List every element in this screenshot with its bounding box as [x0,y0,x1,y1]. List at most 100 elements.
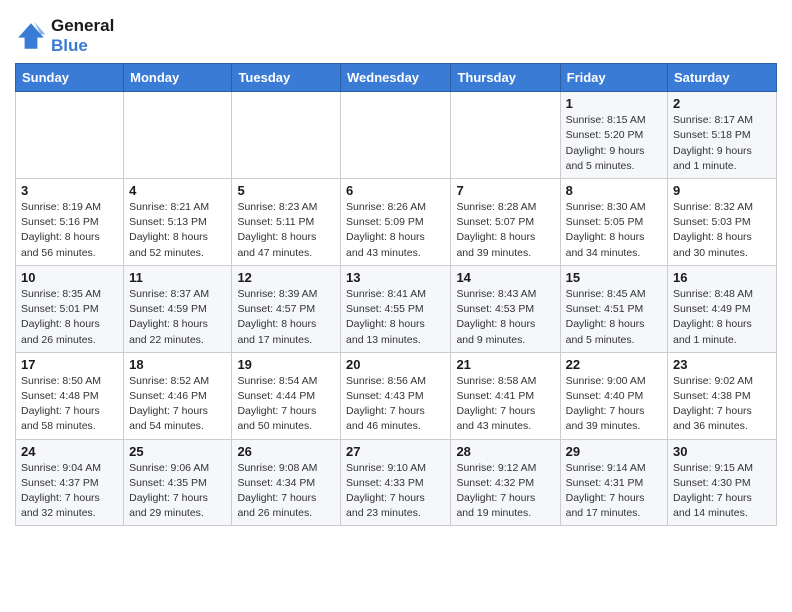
day-info: Sunrise: 8:43 AM Sunset: 4:53 PM Dayligh… [456,287,554,348]
day-number: 6 [346,183,445,198]
week-row-4: 17 Sunrise: 8:50 AM Sunset: 4:48 PM Dayli… [16,352,777,439]
day-number: 21 [456,357,554,372]
day-number: 22 [566,357,662,372]
day-info: Sunrise: 8:58 AM Sunset: 4:41 PM Dayligh… [456,374,554,435]
header: General Blue [15,10,777,55]
day-number: 24 [21,444,118,459]
day-cell: 1 Sunrise: 8:15 AM Sunset: 5:20 PM Daylig… [560,92,667,179]
day-number: 13 [346,270,445,285]
day-number: 1 [566,96,662,111]
day-number: 20 [346,357,445,372]
day-info: Sunrise: 8:39 AM Sunset: 4:57 PM Dayligh… [237,287,335,348]
day-cell: 4Sunrise: 8:21 AM Sunset: 5:13 PM Daylig… [124,178,232,265]
day-cell: 20 Sunrise: 8:56 AM Sunset: 4:43 PM Dayli… [341,352,451,439]
day-number: 28 [456,444,554,459]
day-cell: 9 Sunrise: 8:32 AM Sunset: 5:03 PM Daylig… [668,178,777,265]
logo-text: General Blue [51,16,114,55]
day-number: 5 [237,183,335,198]
day-cell: 24Sunrise: 9:04 AM Sunset: 4:37 PM Dayli… [16,439,124,526]
logo-icon [15,20,47,52]
day-number: 12 [237,270,335,285]
day-info: Sunrise: 8:37 AM Sunset: 4:59 PM Dayligh… [129,287,226,348]
day-info: Sunrise: 8:21 AM Sunset: 5:13 PM Dayligh… [129,200,226,261]
day-cell: 27 Sunrise: 9:10 AM Sunset: 4:33 PM Dayli… [341,439,451,526]
day-cell [451,92,560,179]
day-number: 26 [237,444,335,459]
day-number: 29 [566,444,662,459]
day-cell: 22 Sunrise: 9:00 AM Sunset: 4:40 PM Dayli… [560,352,667,439]
header-row: SundayMondayTuesdayWednesdayThursdayFrid… [16,64,777,92]
day-info: Sunrise: 9:14 AM Sunset: 4:31 PM Dayligh… [566,461,662,522]
day-info: Sunrise: 8:17 AM Sunset: 5:18 PM Dayligh… [673,113,771,174]
day-info: Sunrise: 9:06 AM Sunset: 4:35 PM Dayligh… [129,461,226,522]
day-number: 27 [346,444,445,459]
day-cell: 18Sunrise: 8:52 AM Sunset: 4:46 PM Dayli… [124,352,232,439]
page: General Blue SundayMondayTuesdayWednesda… [0,0,792,536]
day-info: Sunrise: 9:15 AM Sunset: 4:30 PM Dayligh… [673,461,771,522]
day-number: 15 [566,270,662,285]
col-header-wednesday: Wednesday [341,64,451,92]
day-cell: 21 Sunrise: 8:58 AM Sunset: 4:41 PM Dayli… [451,352,560,439]
day-info: Sunrise: 8:30 AM Sunset: 5:05 PM Dayligh… [566,200,662,261]
day-info: Sunrise: 8:56 AM Sunset: 4:43 PM Dayligh… [346,374,445,435]
day-info: Sunrise: 8:41 AM Sunset: 4:55 PM Dayligh… [346,287,445,348]
day-number: 17 [21,357,118,372]
day-cell [232,92,341,179]
col-header-thursday: Thursday [451,64,560,92]
week-row-1: 1 Sunrise: 8:15 AM Sunset: 5:20 PM Daylig… [16,92,777,179]
day-info: Sunrise: 8:32 AM Sunset: 5:03 PM Dayligh… [673,200,771,261]
day-number: 23 [673,357,771,372]
day-cell [341,92,451,179]
day-number: 16 [673,270,771,285]
day-cell: 5 Sunrise: 8:23 AM Sunset: 5:11 PM Daylig… [232,178,341,265]
day-info: Sunrise: 8:19 AM Sunset: 5:16 PM Dayligh… [21,200,118,261]
day-cell: 30 Sunrise: 9:15 AM Sunset: 4:30 PM Dayli… [668,439,777,526]
day-info: Sunrise: 8:50 AM Sunset: 4:48 PM Dayligh… [21,374,118,435]
day-number: 10 [21,270,118,285]
day-info: Sunrise: 8:15 AM Sunset: 5:20 PM Dayligh… [566,113,662,174]
day-info: Sunrise: 8:35 AM Sunset: 5:01 PM Dayligh… [21,287,118,348]
col-header-tuesday: Tuesday [232,64,341,92]
day-info: Sunrise: 9:02 AM Sunset: 4:38 PM Dayligh… [673,374,771,435]
day-number: 25 [129,444,226,459]
day-cell: 19Sunrise: 8:54 AM Sunset: 4:44 PM Dayli… [232,352,341,439]
day-cell: 14 Sunrise: 8:43 AM Sunset: 4:53 PM Dayli… [451,265,560,352]
col-header-sunday: Sunday [16,64,124,92]
day-cell: 13 Sunrise: 8:41 AM Sunset: 4:55 PM Dayli… [341,265,451,352]
col-header-friday: Friday [560,64,667,92]
day-cell: 2 Sunrise: 8:17 AM Sunset: 5:18 PM Daylig… [668,92,777,179]
logo: General Blue [15,16,114,55]
day-cell: 6 Sunrise: 8:26 AM Sunset: 5:09 PM Daylig… [341,178,451,265]
col-header-saturday: Saturday [668,64,777,92]
day-number: 30 [673,444,771,459]
day-cell: 11Sunrise: 8:37 AM Sunset: 4:59 PM Dayli… [124,265,232,352]
day-info: Sunrise: 8:26 AM Sunset: 5:09 PM Dayligh… [346,200,445,261]
day-number: 19 [237,357,335,372]
col-header-monday: Monday [124,64,232,92]
day-info: Sunrise: 8:48 AM Sunset: 4:49 PM Dayligh… [673,287,771,348]
day-info: Sunrise: 9:12 AM Sunset: 4:32 PM Dayligh… [456,461,554,522]
day-cell: 29 Sunrise: 9:14 AM Sunset: 4:31 PM Dayli… [560,439,667,526]
day-number: 9 [673,183,771,198]
day-cell [16,92,124,179]
day-info: Sunrise: 9:00 AM Sunset: 4:40 PM Dayligh… [566,374,662,435]
week-row-2: 3 Sunrise: 8:19 AM Sunset: 5:16 PM Daylig… [16,178,777,265]
day-number: 18 [129,357,226,372]
day-cell: 28 Sunrise: 9:12 AM Sunset: 4:32 PM Dayli… [451,439,560,526]
day-cell: 15Sunrise: 8:45 AM Sunset: 4:51 PM Dayli… [560,265,667,352]
day-cell: 16 Sunrise: 8:48 AM Sunset: 4:49 PM Dayli… [668,265,777,352]
day-number: 7 [456,183,554,198]
day-info: Sunrise: 8:28 AM Sunset: 5:07 PM Dayligh… [456,200,554,261]
week-row-5: 24Sunrise: 9:04 AM Sunset: 4:37 PM Dayli… [16,439,777,526]
day-number: 3 [21,183,118,198]
day-cell: 12 Sunrise: 8:39 AM Sunset: 4:57 PM Dayli… [232,265,341,352]
calendar-table: SundayMondayTuesdayWednesdayThursdayFrid… [15,63,777,526]
day-number: 2 [673,96,771,111]
day-info: Sunrise: 8:23 AM Sunset: 5:11 PM Dayligh… [237,200,335,261]
day-info: Sunrise: 9:08 AM Sunset: 4:34 PM Dayligh… [237,461,335,522]
day-cell: 25 Sunrise: 9:06 AM Sunset: 4:35 PM Dayli… [124,439,232,526]
day-info: Sunrise: 9:10 AM Sunset: 4:33 PM Dayligh… [346,461,445,522]
day-number: 14 [456,270,554,285]
day-cell: 10 Sunrise: 8:35 AM Sunset: 5:01 PM Dayli… [16,265,124,352]
day-cell: 17 Sunrise: 8:50 AM Sunset: 4:48 PM Dayli… [16,352,124,439]
